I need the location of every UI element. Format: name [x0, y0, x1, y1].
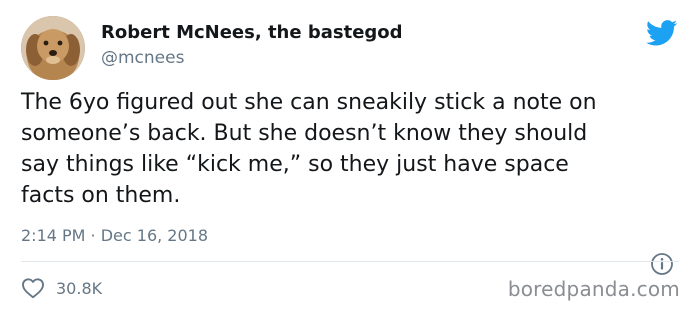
divider	[21, 261, 679, 262]
dog-avatar-icon	[21, 16, 85, 80]
tweet-text-line: say things like “kick me,” so they just …	[21, 152, 569, 177]
avatar[interactable]	[21, 16, 85, 80]
tweet-text-line: The 6yo figured out she can sneakily sti…	[21, 90, 597, 115]
like-button[interactable]: 30.8K	[21, 276, 102, 300]
like-count: 30.8K	[56, 278, 103, 298]
heart-icon	[22, 278, 44, 299]
watermark: boredpanda.com	[507, 277, 680, 301]
twitter-bird-icon[interactable]	[646, 20, 678, 46]
info-icon[interactable]	[650, 252, 674, 276]
tweet-text: The 6yo figured out she can sneakily sti…	[21, 87, 681, 211]
tweet-card: Robert McNees, the bastegod @mcnees The …	[0, 0, 700, 314]
tweet-timestamp[interactable]: 2:14 PM · Dec 16, 2018	[21, 226, 208, 245]
tweet-text-line: someone’s back. But she doesn’t know the…	[21, 121, 588, 146]
author-handle[interactable]: @mcnees	[101, 48, 184, 68]
author-display-name[interactable]: Robert McNees, the bastegod	[101, 22, 403, 43]
tweet-text-line: facts on them.	[21, 183, 181, 208]
